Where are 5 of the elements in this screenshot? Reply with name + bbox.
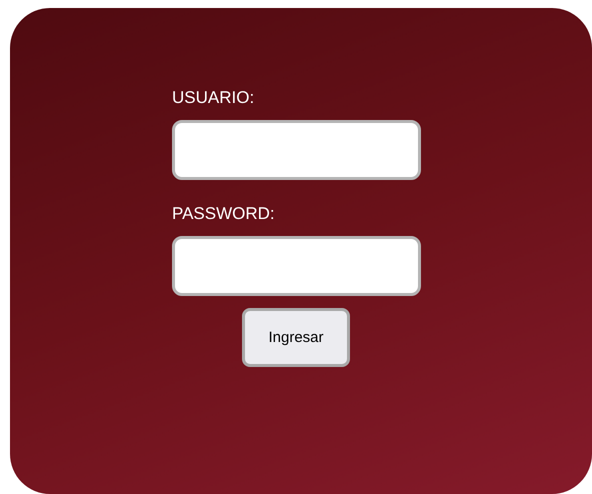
field-label: PASSWORD: [172, 204, 275, 225]
input-field[interactable] [172, 236, 421, 296]
field-label: USUARIO: [172, 88, 254, 109]
login-button[interactable]: Ingresar [242, 308, 350, 367]
input-field[interactable] [172, 120, 421, 180]
